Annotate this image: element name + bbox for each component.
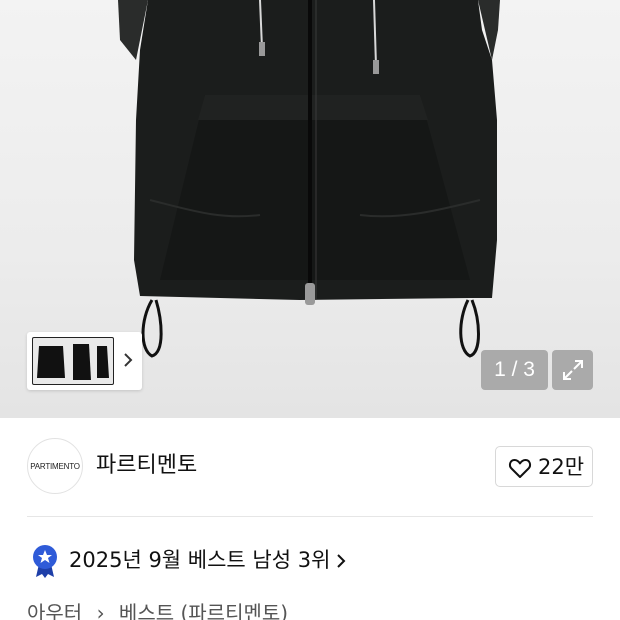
ranking-link[interactable]: 2025년 9월 베스트 남성 3위 [27, 540, 593, 580]
thumbnail-images [37, 344, 109, 380]
like-count: 22만 [538, 455, 585, 479]
medal-badge-icon [33, 545, 57, 578]
category-breadcrumb: 아우터 › 베스트 (파르티멘토) [27, 600, 593, 620]
expand-arrows-icon [563, 360, 583, 380]
image-counter: 1 / 3 [481, 350, 548, 390]
chevron-right-icon[interactable] [120, 350, 136, 370]
breadcrumb-item[interactable]: 아우터 [27, 600, 82, 620]
thumbnail-selected[interactable] [32, 337, 114, 385]
like-button[interactable]: 22만 [495, 446, 593, 487]
product-image[interactable]: 1 / 3 [0, 0, 620, 418]
brand-logo-text: PARTIMENTO [30, 461, 80, 471]
heart-outline-icon [508, 459, 532, 478]
chevron-right-icon: › [96, 601, 105, 620]
divider [27, 516, 593, 517]
brand-logo[interactable]: PARTIMENTO [27, 438, 83, 494]
ranking-text: 2025년 9월 베스트 남성 3위 [69, 548, 331, 572]
brand-row: PARTIMENTO 파르티멘토 22만 [0, 418, 620, 516]
thumbnail-strip[interactable] [27, 332, 142, 390]
brand-name[interactable]: 파르티멘토 [96, 452, 197, 480]
chevron-right-icon [337, 554, 346, 568]
expand-button[interactable] [552, 350, 593, 390]
breadcrumb-item[interactable]: 베스트 (파르티멘토) [119, 600, 288, 620]
